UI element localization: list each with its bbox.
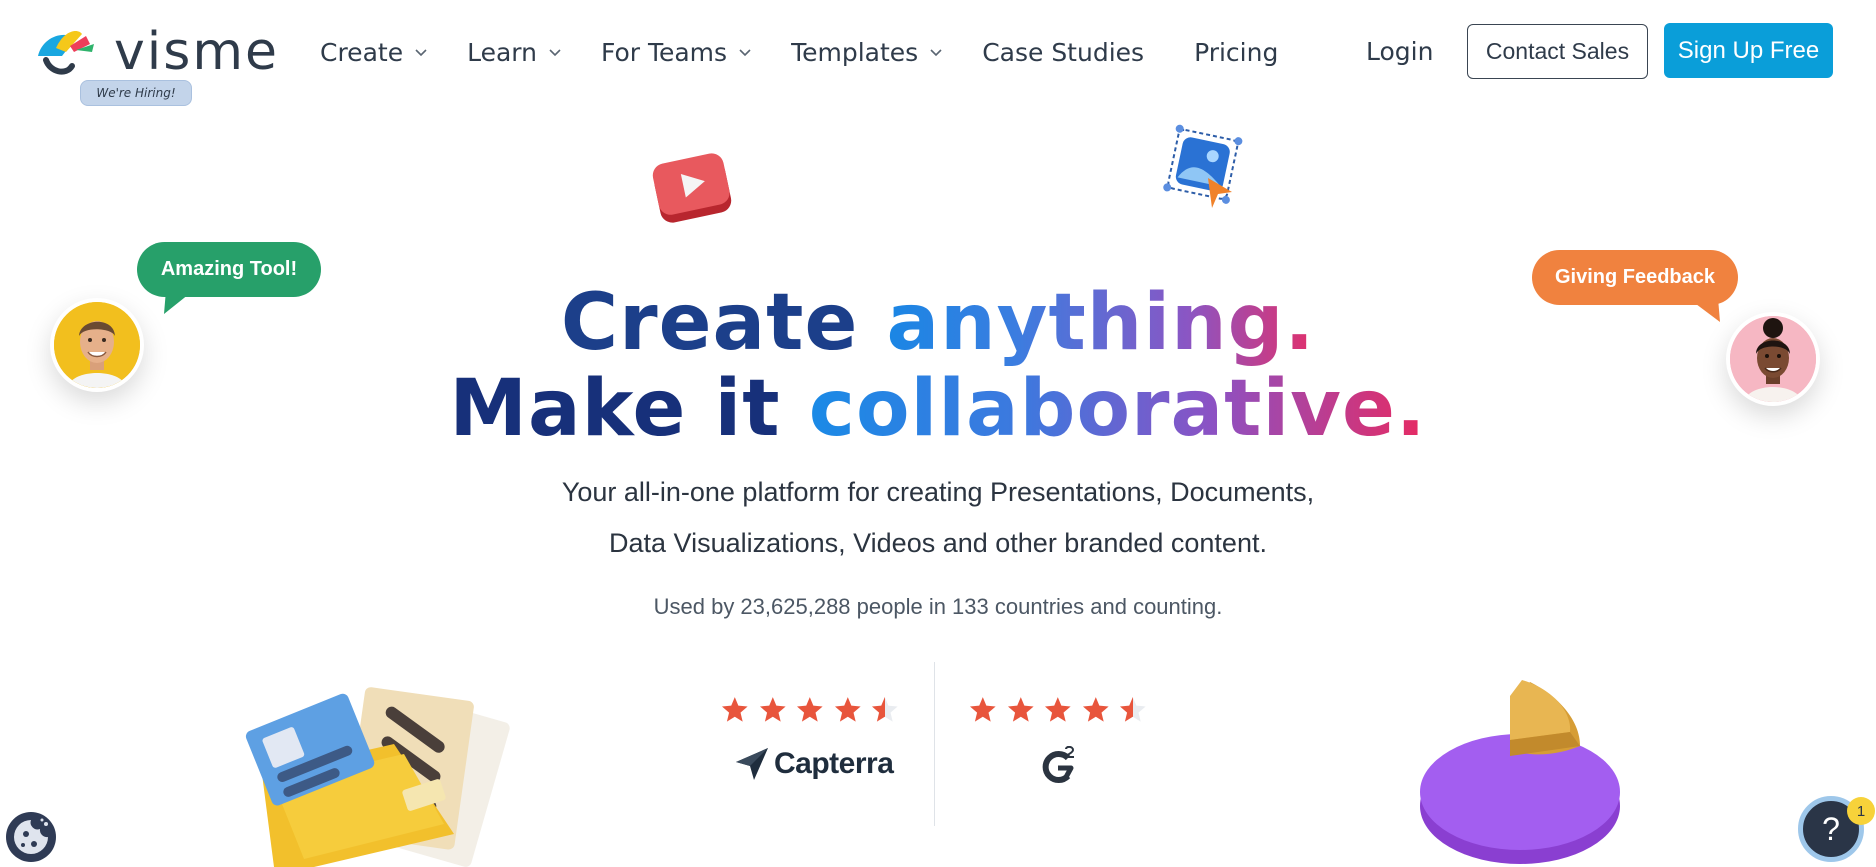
star-icon	[1045, 697, 1071, 722]
g2-logo	[1038, 745, 1078, 790]
g2-logo-icon	[1042, 745, 1075, 783]
headline-make-it: Make it	[449, 364, 781, 454]
contact-sales-button[interactable]: Contact Sales	[1467, 24, 1648, 79]
star-rating	[720, 694, 900, 726]
logo-wordmark: visme	[114, 22, 279, 82]
nav-item-templates[interactable]: Templates	[791, 38, 944, 67]
capterra-wordmark: Capterra	[774, 747, 894, 780]
help-notification-badge: 1	[1847, 797, 1875, 825]
hero-subtitle-line-1: Your all-in-one platform for creating Pr…	[561, 477, 1315, 507]
chevron-down-icon	[415, 49, 427, 57]
cookie-settings-button[interactable]	[6, 812, 56, 862]
nav-item-create[interactable]: Create	[320, 38, 429, 67]
image-select-icon	[1163, 124, 1243, 208]
star-icon	[834, 697, 861, 722]
capterra-logo: Capterra	[734, 746, 894, 782]
g2-rating[interactable]	[968, 694, 1148, 794]
star-icon	[797, 697, 823, 722]
hiring-badge[interactable]: We're Hiring!	[80, 80, 192, 106]
headline-create: Create	[560, 278, 859, 368]
nav-label: Create	[320, 37, 404, 67]
main-nav: Create Learn For Teams Templates Case St…	[320, 30, 1328, 74]
usage-stats: Used by 23,625,288 people in 133 countri…	[653, 594, 1223, 619]
headline-collaborative: collaborative.	[808, 364, 1427, 454]
capterra-rating[interactable]: Capterra	[720, 694, 900, 794]
nav-label: Case Studies	[982, 37, 1145, 67]
chevron-down-icon	[930, 49, 942, 57]
chevron-down-icon	[739, 49, 751, 57]
nav-label: Templates	[791, 37, 919, 67]
visme-logo[interactable]: visme We're Hiring!	[36, 22, 277, 106]
nav-item-for-teams[interactable]: For Teams	[601, 38, 753, 67]
folder-icon	[245, 687, 510, 867]
star-icon	[969, 697, 996, 722]
login-link[interactable]: Login	[1366, 30, 1433, 74]
nav-item-learn[interactable]: Learn	[467, 38, 563, 67]
star-rating	[968, 694, 1148, 726]
star-icon	[1007, 697, 1034, 722]
capterra-logo-icon	[736, 748, 768, 780]
star-icon	[1120, 697, 1146, 722]
nav-label: Learn	[467, 37, 537, 67]
star-icon	[759, 697, 786, 722]
nav-label: For Teams	[600, 37, 728, 67]
hero-subtitle-line-2: Data Visualizations, Videos and other br…	[609, 528, 1267, 558]
site-header: visme We're Hiring! Create Learn For Tea…	[0, 0, 1876, 110]
chevron-down-icon	[549, 49, 561, 57]
star-icon	[721, 697, 748, 722]
nav-label: Pricing	[1194, 37, 1279, 67]
star-icon	[872, 697, 898, 722]
pie-chart-icon	[1420, 680, 1620, 864]
headline-line-2: Make it collaborative.	[0, 366, 1876, 452]
play-icon	[652, 153, 732, 223]
ratings-divider	[934, 662, 935, 826]
headline-line-1: Create anything.	[0, 280, 1876, 366]
nav-item-pricing[interactable]: Pricing	[1194, 38, 1278, 67]
nav-item-case-studies[interactable]: Case Studies	[982, 38, 1144, 67]
sign-up-free-button[interactable]: Sign Up Free	[1664, 23, 1833, 78]
headline-anything: anything.	[886, 278, 1316, 368]
cookie-icon	[14, 818, 48, 854]
star-icon	[1082, 697, 1109, 722]
help-icon: ?	[1822, 810, 1840, 847]
visme-logo-icon	[38, 30, 94, 75]
